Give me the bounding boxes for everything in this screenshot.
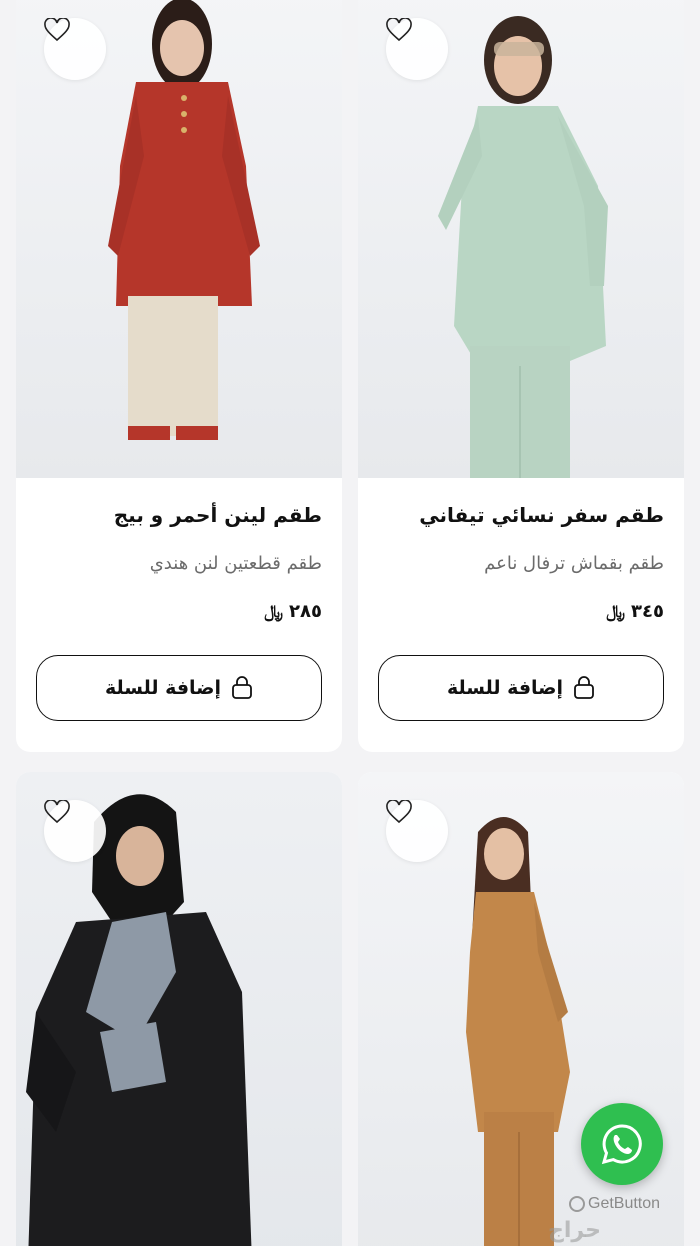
product-title[interactable]: طقم سفر نسائي تيفاني [378,500,664,530]
shopping-bag-icon [574,676,594,699]
product-card[interactable]: طقم لينن أحمر و بيج طقم قطعتين لنن هندي … [16,0,342,752]
whatsapp-button[interactable] [581,1103,663,1185]
shopping-bag-icon [232,676,252,699]
heart-icon [44,800,70,824]
heart-icon [386,18,412,42]
add-to-cart-button[interactable]: إضافة للسلة [378,655,664,721]
getbutton-credit[interactable]: GetButton [569,1195,660,1213]
price-value: ٢٨٥ [289,601,322,622]
favorite-button[interactable] [44,800,106,862]
product-image[interactable] [16,772,342,1246]
add-to-cart-label: إضافة للسلة [446,677,564,699]
getbutton-logo-icon [569,1196,585,1212]
whatsapp-icon [601,1124,642,1165]
product-price: ٣٤٥ ﷼ [378,598,664,626]
product-subtitle: طقم بقماش ترفال ناعم [484,553,664,574]
add-to-cart-button[interactable]: إضافة للسلة [36,655,322,721]
price-value: ٣٤٥ [631,601,664,622]
heart-icon [44,18,70,42]
product-card[interactable] [16,772,342,1246]
add-to-cart-label: إضافة للسلة [104,677,222,699]
favorite-button[interactable] [386,18,448,80]
product-image[interactable] [358,0,684,478]
heart-icon [386,800,412,824]
riyal-icon: ﷼ [264,602,284,622]
product-image[interactable] [16,0,342,478]
product-card[interactable]: طقم سفر نسائي تيفاني طقم بقماش ترفال ناع… [358,0,684,752]
favorite-button[interactable] [44,18,106,80]
favorite-button[interactable] [386,800,448,862]
getbutton-label: GetButton [588,1195,661,1212]
watermark: حراج [548,1218,601,1243]
product-title[interactable]: طقم لينن أحمر و بيج [36,500,322,530]
product-price: ٢٨٥ ﷼ [36,598,322,626]
riyal-icon: ﷼ [606,602,626,622]
product-subtitle: طقم قطعتين لنن هندي [149,553,322,574]
